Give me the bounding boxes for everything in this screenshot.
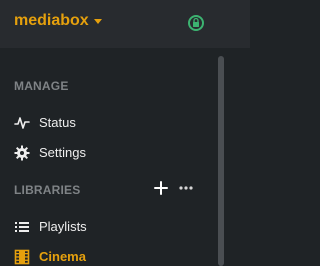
plus-icon[interactable] xyxy=(152,179,170,197)
gear-icon xyxy=(14,145,30,161)
caret-down-icon xyxy=(93,18,102,24)
list-icon xyxy=(15,222,29,232)
sidebar-item-playlists[interactable]: Playlists xyxy=(0,212,212,242)
sidebar-header: mediabox xyxy=(0,0,250,48)
lock-icon[interactable] xyxy=(188,15,204,31)
scrollbar[interactable] xyxy=(218,56,224,266)
section-label-libraries: LIBRARIES xyxy=(14,183,81,197)
sidebar-item-status[interactable]: Status xyxy=(0,108,212,138)
sidebar-item-label: Settings xyxy=(39,145,86,160)
sidebar-item-label: Cinema xyxy=(39,249,86,264)
server-selector[interactable]: mediabox xyxy=(14,12,102,30)
section-label-manage: MANAGE xyxy=(14,79,69,93)
film-icon xyxy=(14,249,30,265)
activity-icon xyxy=(14,117,30,129)
sidebar-item-cinema[interactable]: Cinema xyxy=(0,242,212,266)
sidebar-item-label: Playlists xyxy=(39,219,87,234)
ellipsis-icon[interactable] xyxy=(177,179,195,197)
sidebar-item-settings[interactable]: Settings xyxy=(0,138,212,168)
server-name-label: mediabox xyxy=(14,12,89,29)
sidebar-item-label: Status xyxy=(39,115,76,130)
